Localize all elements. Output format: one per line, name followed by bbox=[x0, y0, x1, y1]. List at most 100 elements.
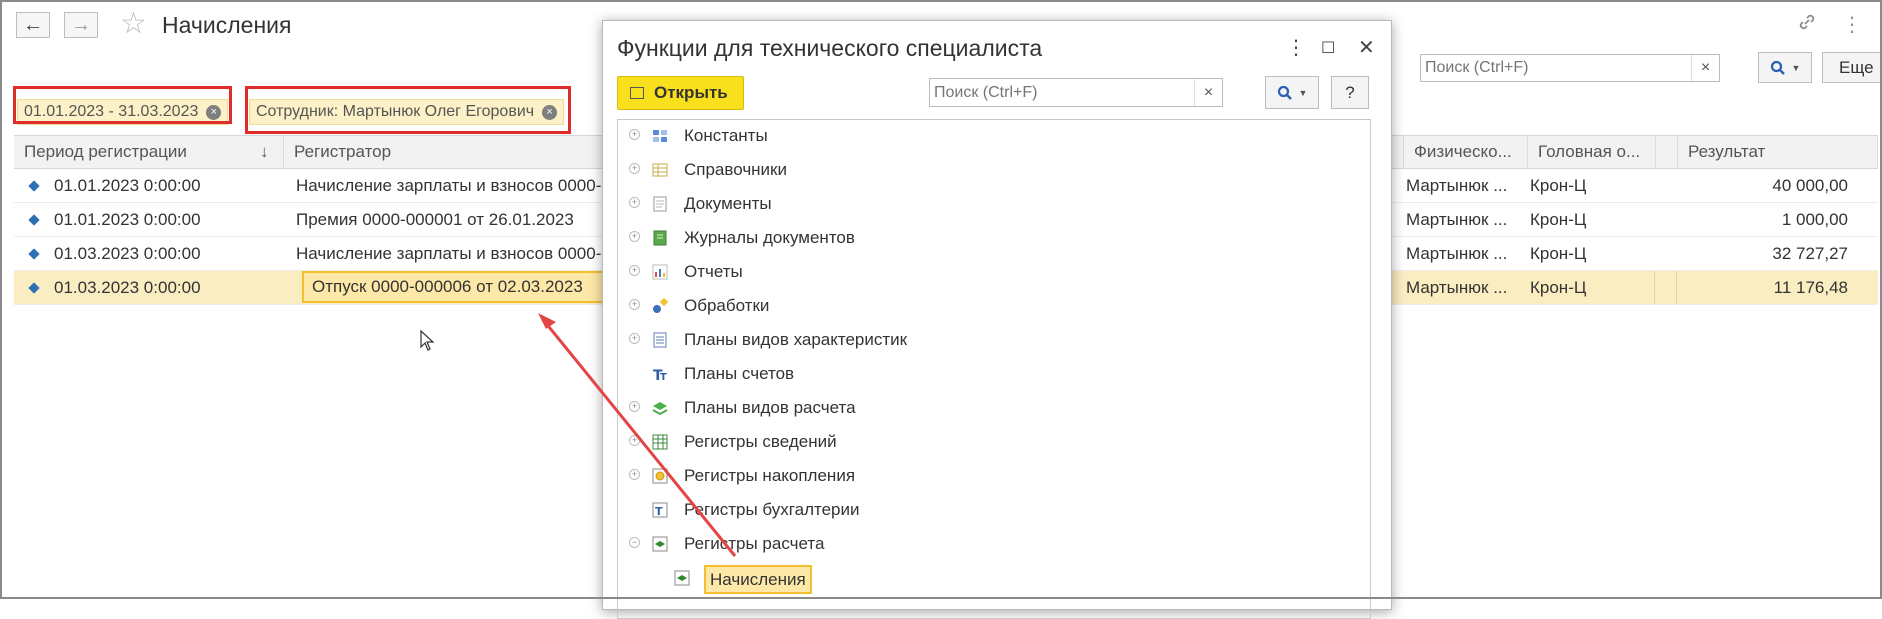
close-icon[interactable]: ✕ bbox=[1358, 35, 1375, 60]
calculation-register-icon bbox=[674, 570, 690, 586]
tree-item-accumulation-registers[interactable]: + Регистры накопления bbox=[618, 460, 1370, 494]
search-icon bbox=[1277, 85, 1292, 100]
column-divider bbox=[1676, 271, 1677, 304]
page-title: Начисления bbox=[162, 12, 292, 38]
cell-person: Мартынюк ... bbox=[1406, 278, 1508, 297]
characteristic-types-icon bbox=[653, 332, 667, 348]
dialog-search-button[interactable]: ▼ bbox=[1265, 76, 1319, 109]
expand-icon[interactable]: + bbox=[629, 129, 640, 140]
tree-item-label: Документы bbox=[684, 194, 772, 213]
back-button[interactable]: ← bbox=[16, 12, 50, 38]
tree-item-label: Отчеты bbox=[684, 262, 743, 281]
calculation-types-icon bbox=[652, 402, 668, 416]
arrow-head-icon bbox=[538, 313, 556, 329]
tree-item-label: Регистры расчета bbox=[684, 534, 825, 553]
dialog-search-field[interactable]: × bbox=[929, 78, 1223, 107]
expand-icon bbox=[629, 503, 640, 514]
column-divider bbox=[1654, 271, 1655, 304]
favorite-star-icon[interactable]: ☆ bbox=[120, 9, 147, 39]
reports-icon bbox=[652, 264, 668, 280]
main-search-input[interactable] bbox=[1421, 55, 1681, 81]
cell-org: Крон-Ц bbox=[1530, 244, 1587, 263]
maximize-icon[interactable]: ☐ bbox=[1321, 38, 1335, 58]
column-period-label: Период регистрации bbox=[24, 142, 187, 161]
open-button-label: Открыть bbox=[654, 83, 728, 102]
tree-item-documents[interactable]: + Документы bbox=[618, 188, 1370, 222]
tree-item-label: Обработки bbox=[684, 296, 770, 315]
cell-person: Мартынюк ... bbox=[1406, 210, 1508, 229]
column-person[interactable]: Физическо... bbox=[1404, 136, 1528, 168]
tree-item-data-processors[interactable]: + Обработки bbox=[618, 290, 1370, 324]
dropdown-caret-icon: ▼ bbox=[1791, 62, 1801, 73]
cell-result: 1 000,00 bbox=[1781, 210, 1848, 229]
svg-text:T: T bbox=[660, 372, 667, 382]
tree-item-label: Справочники bbox=[684, 160, 787, 179]
cell-person: Мартынюк ... bbox=[1406, 244, 1508, 263]
cell-result: 40 000,00 bbox=[1772, 176, 1848, 195]
cell-result: 11 176,48 bbox=[1773, 278, 1848, 297]
record-icon bbox=[28, 248, 40, 260]
constants-icon bbox=[653, 130, 667, 142]
help-button[interactable]: ? bbox=[1331, 76, 1369, 109]
technical-functions-dialog: Функции для технического специалиста ⋮ ☐… bbox=[602, 20, 1392, 619]
collapse-icon[interactable]: − bbox=[629, 537, 640, 548]
expand-icon[interactable]: + bbox=[629, 401, 640, 412]
tree-item-accruals[interactable]: Начисления bbox=[618, 562, 1370, 596]
mouse-cursor-icon bbox=[420, 330, 435, 351]
dropdown-caret-icon: ▼ bbox=[1298, 87, 1308, 98]
cell-registrar: Премия 0000-000001 от 26.01.2023 bbox=[296, 210, 574, 229]
tree-item-charts-of-accounts[interactable]: TT Планы счетов bbox=[618, 358, 1370, 392]
expand-icon[interactable]: + bbox=[629, 231, 640, 242]
metadata-tree: + Константы + Справочники + Документы + … bbox=[617, 119, 1371, 619]
cell-person: Мартынюк ... bbox=[1406, 176, 1508, 195]
cell-registrar-focused[interactable]: Отпуск 0000-000006 от 02.03.2023 bbox=[302, 271, 616, 303]
expand-icon[interactable]: + bbox=[629, 265, 640, 276]
tree-item-information-registers[interactable]: + Регистры сведений bbox=[618, 426, 1370, 460]
tree-item-catalogs[interactable]: + Справочники bbox=[618, 154, 1370, 188]
more-button[interactable]: Еще bbox=[1822, 52, 1882, 83]
tree-item-accounting-registers[interactable]: T Регистры бухгалтерии bbox=[618, 494, 1370, 528]
column-org[interactable]: Головная о... bbox=[1528, 136, 1656, 168]
tree-item-document-journals[interactable]: + Журналы документов bbox=[618, 222, 1370, 256]
svg-text:T: T bbox=[655, 505, 663, 518]
accumulation-register-icon bbox=[652, 468, 668, 484]
clear-search-icon[interactable]: × bbox=[1194, 79, 1222, 106]
dialog-search-input[interactable] bbox=[930, 79, 1180, 106]
tree-item-accruals-label[interactable]: Начисления bbox=[704, 565, 812, 594]
expand-icon[interactable]: + bbox=[629, 163, 640, 174]
expand-icon[interactable]: + bbox=[629, 333, 640, 344]
expand-icon[interactable]: + bbox=[629, 299, 640, 310]
column-period[interactable]: Период регистрации ↓ bbox=[14, 136, 284, 168]
expand-icon[interactable]: + bbox=[629, 469, 640, 480]
data-processor-icon bbox=[653, 298, 668, 313]
dialog-menu-icon[interactable]: ⋮ bbox=[1286, 35, 1306, 60]
tree-item-calculation-types[interactable]: + Планы видов расчета bbox=[618, 392, 1370, 426]
main-search-field[interactable]: × bbox=[1420, 54, 1720, 82]
link-icon[interactable] bbox=[1797, 12, 1817, 38]
tree-item-label: Регистры накопления bbox=[684, 466, 856, 485]
tree-item-label: Планы видов расчета bbox=[684, 398, 856, 417]
sort-desc-icon: ↓ bbox=[260, 142, 269, 161]
column-blank[interactable] bbox=[1656, 136, 1678, 168]
annotation-box-employee bbox=[245, 86, 571, 134]
tree-item-constants[interactable]: + Константы bbox=[618, 120, 1370, 154]
tree-item-calculation-registers[interactable]: − Регистры расчета bbox=[618, 528, 1370, 562]
cell-registrar: Начисление зарплаты и взносов 0000-0 bbox=[296, 176, 611, 195]
tree-item-reports[interactable]: + Отчеты bbox=[618, 256, 1370, 290]
clear-search-icon[interactable]: × bbox=[1691, 55, 1719, 81]
tree-item-label: Журналы документов bbox=[684, 228, 855, 247]
arrow-left-icon: ← bbox=[23, 13, 43, 36]
arrow-right-icon: → bbox=[71, 13, 91, 36]
column-result[interactable]: Результат bbox=[1678, 136, 1878, 168]
more-vertical-icon[interactable]: ⋮ bbox=[1842, 12, 1862, 37]
search-button[interactable]: ▼ bbox=[1758, 52, 1812, 83]
expand-icon[interactable]: + bbox=[629, 197, 640, 208]
tree-item-characteristic-types[interactable]: + Планы видов характеристик bbox=[618, 324, 1370, 358]
forward-button[interactable]: → bbox=[64, 12, 98, 38]
open-button[interactable]: Открыть bbox=[617, 76, 744, 110]
tree-item-label: Регистры сведений bbox=[684, 432, 837, 451]
dialog-title: Функции для технического специалиста bbox=[617, 35, 1043, 61]
cell-period: 01.03.2023 0:00:00 bbox=[54, 278, 201, 297]
cell-org: Крон-Ц bbox=[1530, 278, 1587, 297]
expand-icon[interactable]: + bbox=[629, 435, 640, 446]
